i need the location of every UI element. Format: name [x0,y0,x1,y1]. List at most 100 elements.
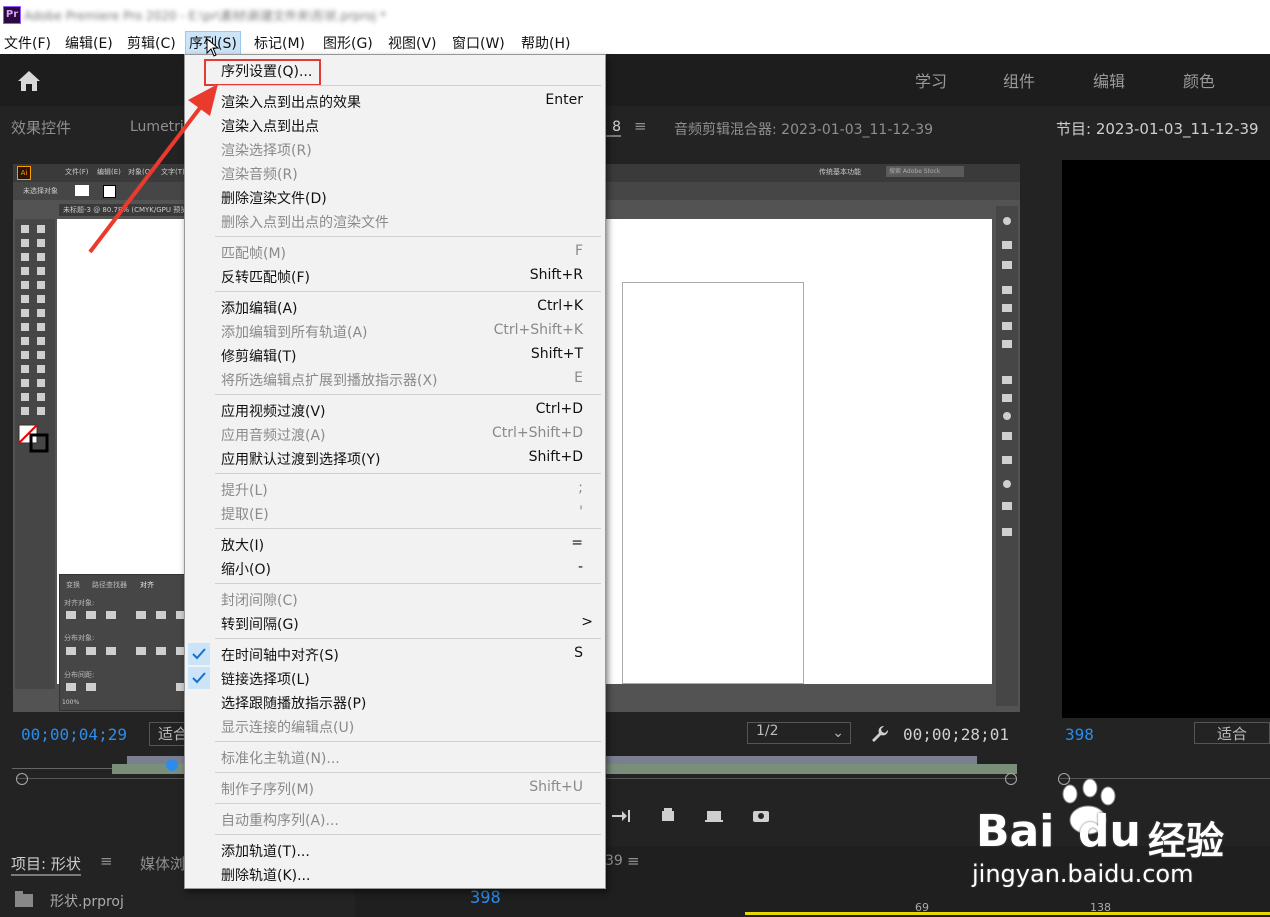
menu-separator [215,834,601,835]
menu-item-29[interactable]: 添加轨道(T)... [185,838,605,862]
menu-item-5[interactable]: 删除渲染文件(D) [185,185,605,209]
workspace-tab-color[interactable]: 颜色 [1183,68,1215,92]
sequence-menu-dropdown: 序列设置(Q)... 渲染入点到出点的效果 Enter 渲染入点到出点 渲染选择项(R)… [184,54,606,889]
menu-item-22[interactable]: 在时间轴中对齐(S) S [185,642,605,666]
menu-item-15[interactable]: 应用默认过渡到选择项(Y) Shift+D [185,446,605,470]
tab-project[interactable]: 项目: 形状 [11,853,81,876]
menu-item-20: 封闭间隙(C) [185,587,605,611]
menu-item-label: 应用音频过渡(A) [221,428,326,444]
menu-item-label: 删除入点到出点的渲染文件 [221,215,389,231]
window-title: Adobe Premiere Pro 2020 - E:\pr\素材\新建文件夹… [24,9,386,23]
menu-view[interactable]: 视图(V) [386,33,439,53]
menu-item-16: 提升(L); [185,477,605,501]
menu-help[interactable]: 帮助(H) [519,33,572,53]
menu-item-30[interactable]: 删除轨道(K)... [185,862,605,886]
tab-effect-controls[interactable]: 效果控件 [11,117,71,138]
watermark-brand: Bai [976,806,1055,857]
timeline-menu-icon[interactable]: ≡ [627,852,640,870]
checkmark-icon [188,643,210,665]
menu-item-2[interactable]: 渲染入点到出点 [185,113,605,137]
menu-item-7: 匹配帧(M) F [185,240,605,264]
project-file-name[interactable]: 形状.prproj [50,891,124,911]
zoom-handle-left[interactable] [16,773,28,785]
menu-item-28: 自动重构序列(A)... [185,807,605,831]
tab-timeline-partial[interactable]: 39 [605,853,623,869]
menu-separator [215,473,601,474]
menu-separator [215,741,601,742]
workspace-tab-editing[interactable]: 编辑 [1093,68,1125,92]
menu-item-shortcut: ; [578,480,583,496]
menu-item-shortcut: - [577,559,583,575]
home-icon[interactable] [14,68,44,94]
menu-item-shortcut: S [574,645,583,661]
menu-item-label: 链接选择项(L) [221,672,310,688]
illustrator-logo-icon: Ai [17,166,31,180]
ai-tab-align: 对齐 [140,581,154,589]
menu-item-23[interactable]: 链接选择项(L) [185,666,605,690]
menu-item-8[interactable]: 反转匹配帧(F) Shift+R [185,264,605,288]
menu-item-19[interactable]: 缩小(O) - [185,556,605,580]
menu-item-label: 删除渲染文件(D) [221,191,327,207]
ai-no-selection: 未选择对象 [23,187,58,195]
ai-align-buttons-icon [66,611,186,691]
menu-item-21[interactable]: 转到间隔(G) > [185,611,605,635]
menu-item-label: 添加编辑(A) [221,301,298,317]
menu-item-13[interactable]: 应用视频过渡(V) Ctrl+D [185,398,605,422]
work-area-bar[interactable] [745,912,1270,915]
menu-clip[interactable]: 剪辑(C) [125,33,178,53]
workspace-tab-learn[interactable]: 学习 [915,68,947,92]
source-timecode[interactable]: 00;00;04;29 [21,725,127,744]
menu-item-4: 渲染音频(R) [185,161,605,185]
menu-window[interactable]: 窗口(W) [450,33,507,53]
program-title[interactable]: 节目: 2023-01-03_11-12-39 [1056,118,1259,139]
menu-separator [215,291,601,292]
project-menu-icon[interactable]: ≡ [100,852,113,870]
premiere-app-icon: Pr [3,6,21,24]
program-fit-dropdown[interactable]: 适合 [1194,722,1270,744]
tab-menu-icon[interactable]: ≡ [634,117,647,135]
menu-item-10: 添加编辑到所有轨道(A) Ctrl+Shift+K [185,319,605,343]
program-frame-value[interactable]: 398 [1065,725,1094,744]
menu-separator [215,772,601,773]
menu-graphics[interactable]: 图形(G) [321,33,375,53]
menu-item-label: 封闭间隙(C) [221,593,298,609]
ai-toolbox [15,219,55,689]
menu-item-label: 显示连接的编辑点(U) [221,720,355,736]
menu-item-label: 反转匹配帧(F) [221,270,310,286]
menu-edit[interactable]: 编辑(E) [63,33,115,53]
menu-item-label: 将所选编辑点扩展到播放指示器(X) [221,373,438,389]
ai-right-panel-strip [996,206,1018,706]
menu-item-label: 匹配帧(M) [221,246,287,262]
workspace-tab-assembly[interactable]: 组件 [1003,68,1035,92]
menu-file[interactable]: 文件(F) [2,33,53,53]
menu-item-1[interactable]: 渲染入点到出点的效果 Enter [185,89,605,113]
tab-media-browser[interactable]: 媒体浏 [140,853,185,874]
ai-tools-icon [18,225,49,453]
menu-item-14: 应用音频过渡(A) Ctrl+Shift+D [185,422,605,446]
playhead-icon[interactable] [166,759,178,771]
menu-item-11[interactable]: 修剪编辑(T) Shift+T [185,343,605,367]
title-bar: Pr Adobe Premiere Pro 2020 - E:\pr\素材\新建… [0,0,1270,30]
menu-item-label: 标准化主轨道(N)... [221,751,340,767]
tab-audio-clip-mixer[interactable]: 音频剪辑混合器: 2023-01-03_11-12-39 [674,119,933,139]
source-duration: 00;00;28;01 [903,725,1009,744]
watermark-url: jingyan.baidu.com [972,860,1194,888]
menu-item-shortcut: F [574,243,583,259]
menu-item-0[interactable]: 序列设置(Q)... [185,58,605,86]
ai-panel-icons [1002,217,1012,536]
resolution-dropdown[interactable]: 1/2 ⌄ [747,722,851,744]
menu-item-shortcut: Ctrl+K [537,298,583,314]
menu-item-9[interactable]: 添加编辑(A) Ctrl+K [185,295,605,319]
ai-align-objects-label: 对齐对象: [64,599,95,607]
menu-item-label: 自动重构序列(A)... [221,813,339,829]
wrench-icon[interactable] [870,724,890,744]
menu-marker[interactable]: 标记(M) [252,33,307,53]
menu-item-shortcut: Shift+D [528,449,583,465]
menu-item-24[interactable]: 选择跟随播放指示器(P) [185,690,605,714]
menu-item-18[interactable]: 放大(I) = [185,532,605,556]
menu-item-3: 渲染选择项(R) [185,137,605,161]
menu-separator [215,638,601,639]
insert-icon [612,811,627,821]
ai-search-field: 搜索 Adobe Stock [886,166,964,177]
timeline-frame-value[interactable]: 398 [470,888,501,908]
